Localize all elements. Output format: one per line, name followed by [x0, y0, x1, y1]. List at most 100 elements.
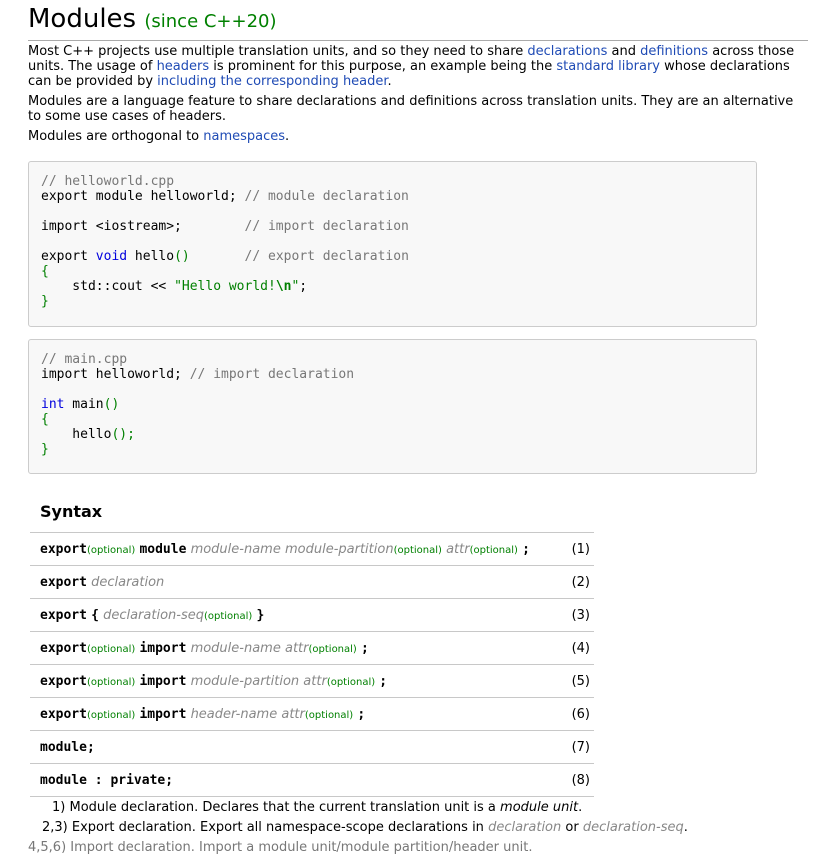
- code-bracket: }: [41, 442, 49, 457]
- syntax-row: export(optional) import module-partition…: [30, 664, 594, 698]
- code-keyword: void: [95, 249, 128, 264]
- code-text: ;: [299, 279, 308, 294]
- link-namespaces[interactable]: namespaces: [203, 129, 285, 144]
- code-bracket: (): [174, 249, 190, 264]
- link-definitions[interactable]: definitions: [640, 44, 708, 59]
- syntax-row: module : private; (8): [30, 763, 594, 797]
- syntax-number: (1): [550, 532, 594, 566]
- var-module-partition: module-partition: [190, 673, 300, 689]
- code-line: export module helloworld; // module decl…: [41, 189, 756, 204]
- syntax-row: export(optional) module module-name modu…: [30, 532, 594, 566]
- link-headers[interactable]: headers: [157, 59, 210, 74]
- syntax-number: (3): [550, 598, 594, 632]
- code-text: hello: [127, 249, 175, 264]
- syntax-number: (2): [550, 565, 594, 599]
- var-attr: attr: [446, 541, 470, 557]
- code-bracket: {: [41, 264, 49, 279]
- page-title: Modules (since C++20): [28, 0, 808, 41]
- syntax-number: (8): [550, 763, 594, 797]
- note-text: 1) Module declaration. Declares that the…: [52, 800, 501, 815]
- optional-marker: (optional): [86, 643, 136, 655]
- code-escape: \n: [275, 279, 292, 294]
- keyword-module-private: module : private;: [40, 772, 174, 788]
- syntax-notes: 1) Module declaration. Declares that the…: [28, 800, 808, 860]
- code-string: "Hello world!: [174, 279, 276, 294]
- keyword-import: import: [139, 640, 187, 656]
- syntax-row: module; (7): [30, 730, 594, 764]
- optional-marker: (optional): [86, 709, 136, 721]
- code-block-helloworld: // helloworld.cpp export module hellowor…: [28, 161, 757, 327]
- link-including-header[interactable]: including the corresponding header: [157, 74, 387, 89]
- syntax-number: (6): [550, 697, 594, 731]
- code-line: import <iostream>; // import declaration: [41, 219, 756, 234]
- var-module-partition: module-partition: [284, 541, 394, 557]
- note-text: .: [683, 820, 688, 835]
- optional-marker: (optional): [86, 544, 136, 556]
- syntax-heading: Syntax: [40, 502, 103, 521]
- semicolon: ;: [360, 640, 369, 656]
- syntax-number: (4): [550, 631, 594, 665]
- page: Modules (since C++20) Most C++ projects …: [28, 0, 808, 855]
- link-declarations[interactable]: declarations: [527, 44, 607, 59]
- syntax-number: (7): [550, 730, 594, 764]
- note-3: 4,5,6) Import declaration. Import a modu…: [28, 840, 533, 855]
- code-comment: // module declaration: [244, 189, 409, 204]
- keyword-export: export: [40, 640, 87, 656]
- var-declaration: declaration: [91, 574, 165, 590]
- since-badge: (since C++20): [144, 11, 277, 32]
- optional-marker: (optional): [304, 709, 354, 721]
- note-var: declaration: [488, 820, 562, 835]
- keyword-export: export: [40, 673, 87, 689]
- optional-marker: (optional): [393, 544, 442, 556]
- syntax-form: module : private;: [30, 763, 550, 797]
- note-var: declaration-seq: [582, 820, 684, 835]
- var-declaration-seq: declaration-seq: [103, 607, 204, 623]
- note-text: .: [578, 800, 583, 815]
- code-keyword: int: [41, 397, 65, 412]
- syntax-form: export declaration: [30, 565, 550, 599]
- code-line: import helloworld; // import declaration: [41, 367, 756, 382]
- code-text: hello: [41, 427, 112, 442]
- code-line: std::cout << "Hello world!\n";: [41, 279, 756, 294]
- note-1: 1) Module declaration. Declares that the…: [28, 800, 808, 820]
- intro-text: .: [387, 74, 392, 89]
- var-attr: attr: [281, 706, 305, 722]
- brace-open: {: [91, 607, 99, 623]
- intro-paragraph-2: Modules are a language feature to share …: [28, 94, 794, 124]
- syntax-row: export(optional) import header-name attr…: [30, 697, 594, 731]
- optional-marker: (optional): [326, 676, 376, 688]
- syntax-form: export(optional) import module-name attr…: [30, 631, 550, 665]
- code-comment: // import declaration: [244, 219, 409, 234]
- syntax-number: (5): [550, 664, 594, 698]
- var-module-name: module-name: [190, 541, 281, 557]
- code-text: main: [64, 397, 104, 412]
- semicolon: ;: [379, 673, 388, 689]
- code-bracket: ();: [111, 427, 135, 442]
- note-text: or: [561, 820, 583, 835]
- intro-text: Most C++ projects use multiple translati…: [28, 44, 528, 59]
- var-module-name: module-name: [190, 640, 281, 656]
- syntax-table: export(optional) module module-name modu…: [30, 532, 594, 797]
- code-bracket: (): [103, 397, 120, 412]
- optional-marker: (optional): [86, 676, 136, 688]
- code-bracket: }: [41, 294, 49, 309]
- var-attr: attr: [284, 640, 309, 656]
- syntax-form: export(optional) import module-partition…: [30, 664, 550, 698]
- code-bracket: {: [41, 412, 49, 427]
- keyword-import: import: [139, 706, 187, 722]
- keyword-import: import: [139, 673, 187, 689]
- intro-text: and: [607, 44, 641, 59]
- intro-text: Modules are orthogonal to: [28, 129, 204, 144]
- optional-marker: (optional): [203, 610, 253, 622]
- note-term: module unit: [500, 800, 579, 815]
- intro-text: is prominent for this purpose, an exampl…: [209, 59, 557, 74]
- code-comment: // export declaration: [244, 249, 409, 264]
- intro-paragraph-1: Most C++ projects use multiple translati…: [28, 44, 808, 89]
- note-text: 2,3) Export declaration. Export all name…: [42, 820, 489, 835]
- keyword-export: export: [40, 706, 87, 722]
- syntax-row: export declaration (2): [30, 565, 594, 599]
- semicolon: ;: [357, 706, 366, 722]
- code-block-main: // main.cpp import helloworld; // import…: [28, 339, 757, 474]
- link-standard-library[interactable]: standard library: [556, 59, 660, 74]
